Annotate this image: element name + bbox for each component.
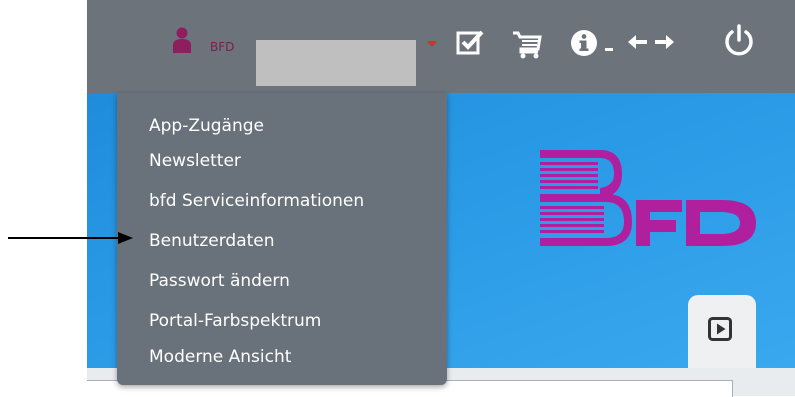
play-icon[interactable] xyxy=(708,317,732,341)
checkbox-icon[interactable] xyxy=(455,28,485,58)
menu-item-moderne-ansicht[interactable]: Moderne Ansicht xyxy=(149,347,291,367)
power-icon[interactable] xyxy=(721,23,757,59)
annotation-arrow-icon xyxy=(8,232,133,244)
user-dropdown-menu: App-Zugänge Newsletter bfd Serviceinform… xyxy=(117,93,447,385)
user-icon[interactable] xyxy=(172,27,192,53)
user-menu-caret-icon[interactable] xyxy=(427,41,437,47)
menu-item-passwort-aendern[interactable]: Passwort ändern xyxy=(149,271,290,291)
menu-item-app-zugaenge[interactable]: App-Zugänge xyxy=(149,116,264,136)
cart-icon[interactable] xyxy=(511,28,543,60)
info-dropdown-caret-icon[interactable] xyxy=(605,48,613,51)
menu-item-serviceinformationen[interactable]: bfd Serviceinformationen xyxy=(149,191,364,211)
top-navigation-bar xyxy=(87,0,795,93)
menu-item-portal-farbspektrum[interactable]: Portal-Farbspektrum xyxy=(149,311,321,331)
horizontal-arrows-icon[interactable] xyxy=(626,31,676,53)
bfd-logo xyxy=(540,150,756,246)
redacted-username xyxy=(256,40,416,86)
username-label[interactable]: BFD xyxy=(210,40,234,54)
menu-item-newsletter[interactable]: Newsletter xyxy=(149,151,241,171)
info-icon[interactable] xyxy=(569,28,599,58)
menu-item-benutzerdaten[interactable]: Benutzerdaten xyxy=(149,231,275,251)
